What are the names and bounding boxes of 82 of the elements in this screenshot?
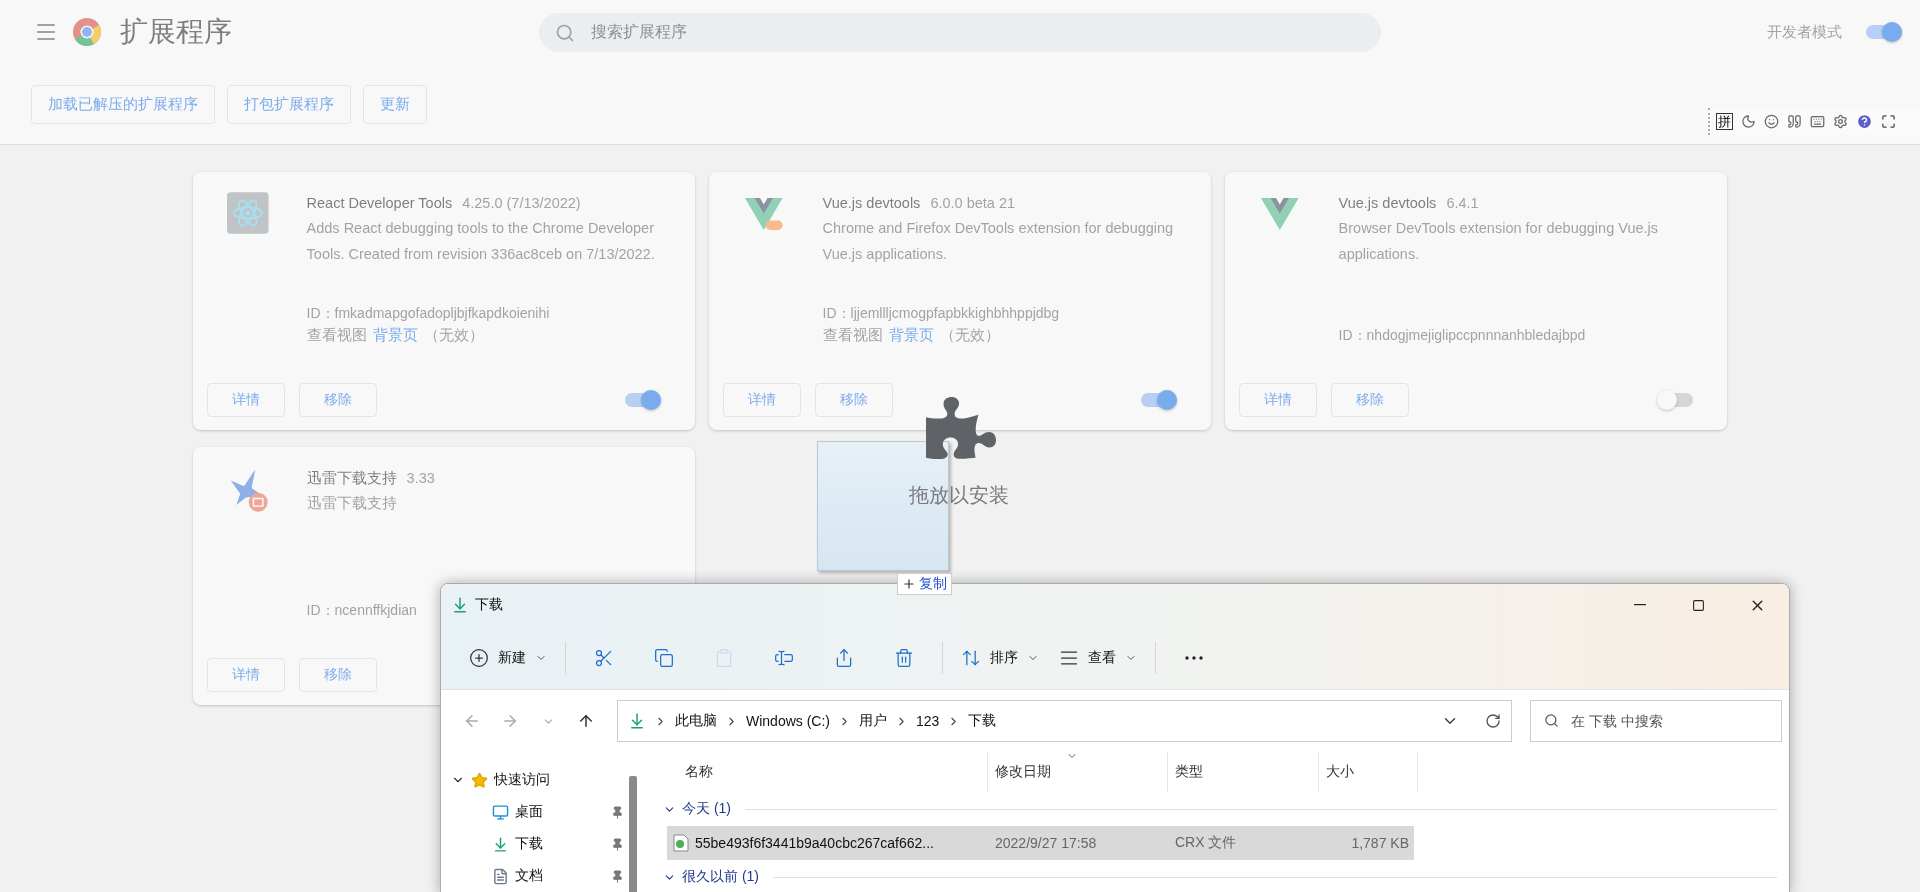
views-label: 查看视图 — [306, 326, 367, 345]
search-field[interactable]: 搜索扩展程序 — [539, 12, 1381, 52]
sidebar-item[interactable]: 快速访问 — [441, 764, 631, 796]
sidebar-item[interactable]: 文档 — [441, 860, 617, 892]
extension-description: Browser DevTools extension for debugging Vue.js applications. — [1338, 219, 1659, 264]
download-icon — [451, 596, 469, 614]
download-icon — [492, 835, 509, 853]
extension-description: Chrome and Firefox DevTools extension for debugging Vue.js applications. — [822, 219, 1175, 264]
breadcrumb-item[interactable]: 用户 — [859, 712, 887, 730]
dev-mode-toggle[interactable] — [1866, 25, 1902, 39]
help-icon[interactable] — [1856, 113, 1873, 130]
plus-icon — [902, 577, 916, 591]
group-header[interactable]: 很久以前 (1) — [682, 868, 759, 886]
pin-icon[interactable] — [611, 869, 624, 883]
ime-mode-key[interactable]: 拼 — [1716, 113, 1733, 130]
file-icon — [673, 834, 689, 852]
pin-icon[interactable] — [611, 837, 624, 851]
extension-description: Adds React debugging tools to the Chrome Developer Tools. Created from revision 336ac8ceb on 7/13/2022. — [306, 219, 656, 264]
extension-id: ID：nhdogjmejiglipccpnnnanhbledajbpd — [1338, 326, 1586, 345]
new-button[interactable]: 新建 — [463, 637, 553, 678]
square-icon — [1692, 598, 1705, 612]
column-header[interactable]: 类型 — [1168, 752, 1319, 792]
extension-name: Vue.js devtools — [1338, 194, 1437, 213]
arrow-icon — [501, 712, 519, 730]
column-header[interactable]: 大小 — [1319, 752, 1418, 792]
folder-search-field[interactable]: 在 下载 中搜索 — [1530, 700, 1782, 742]
sidebar-item[interactable]: 下载 — [441, 828, 617, 860]
document-icon — [492, 867, 509, 885]
address-bar[interactable]: 此电脑 Windows (C:) 用户 123 下载 — [617, 700, 1512, 742]
dev-mode-label: 开发者模式 — [1767, 22, 1842, 42]
search-icon — [555, 22, 575, 43]
settings-icon[interactable] — [1833, 114, 1848, 129]
column-header[interactable]: 修改日期 — [988, 752, 1168, 792]
view-button[interactable]: 查看 — [1053, 637, 1143, 678]
drop-hint: 拖放以安装 — [909, 483, 1009, 508]
browser-logo-icon — [72, 17, 102, 47]
window-title: 下载 — [475, 596, 503, 614]
extension-toggle[interactable] — [625, 393, 661, 407]
extension-id: ID：fmkadmapgofadopljbjfkapdkoienihi — [306, 304, 550, 323]
breadcrumb-item[interactable]: 123 — [916, 713, 940, 729]
refresh-icon[interactable] — [1485, 713, 1501, 729]
extension-version: 3.33 — [406, 469, 435, 488]
copy-label: 复制 — [919, 575, 947, 593]
extension-name: 迅雷下载支持 — [306, 469, 397, 488]
download-icon — [628, 712, 646, 730]
expand-icon[interactable] — [1881, 114, 1896, 129]
breadcrumb-item[interactable]: 下载 — [968, 712, 997, 730]
extension-name: React Developer Tools — [306, 194, 453, 213]
file-name: 55be493f6f3441b9a40cbc267caf662... — [695, 835, 934, 851]
extension-toggle[interactable] — [1141, 393, 1177, 407]
quote-icon[interactable] — [1787, 114, 1802, 129]
sidebar-item[interactable]: 桌面 — [441, 796, 617, 828]
file-row[interactable]: 55be493f6f3441b9a40cbc267caf662... 2022/9/27 17:58 CRX 文件 1,787 KB — [667, 826, 1414, 860]
sort-button[interactable]: 排序 — [955, 637, 1045, 678]
column-header[interactable]: 名称 — [646, 752, 988, 792]
views-label: 查看视图 — [822, 326, 883, 345]
smile-icon[interactable] — [1764, 114, 1779, 129]
keyboard-icon[interactable] — [1810, 114, 1825, 129]
monitor-icon — [492, 803, 509, 821]
breadcrumb-item[interactable]: 此电脑 — [675, 712, 717, 730]
page-title: 扩展程序 — [120, 15, 232, 49]
star-icon — [471, 771, 488, 789]
extension-description: 迅雷下载支持 — [306, 494, 398, 513]
file-type: CRX 文件 — [1174, 834, 1238, 852]
minus-icon — [1633, 604, 1646, 606]
search-icon — [1544, 713, 1559, 728]
extension-id: ID：ljjemllljcmogpfapbkkighbhhppjdbg — [822, 304, 1060, 323]
pin-icon[interactable] — [611, 805, 624, 819]
extension-version: 6.4.1 — [1446, 194, 1479, 213]
file-date: 2022/9/27 17:58 — [994, 835, 1098, 851]
invalid-note: （无效） — [939, 326, 1000, 345]
group-header[interactable]: 今天 (1) — [682, 800, 731, 818]
extension-version: 4.25.0 (7/13/2022) — [462, 194, 581, 213]
file-size: 1,787 KB — [1350, 835, 1410, 851]
invalid-note: （无效） — [423, 326, 484, 345]
extension-version: 6.0.0 beta 21 — [930, 194, 1016, 213]
atom-logo-icon — [227, 191, 269, 235]
extension-toggle[interactable] — [1657, 393, 1693, 407]
extension-id: ID：ncennffkjdian — [306, 601, 417, 620]
extension-name: Vue.js devtools — [822, 194, 921, 213]
breadcrumb-item[interactable]: Windows (C:) — [746, 713, 830, 729]
moon-icon[interactable] — [1741, 114, 1756, 129]
